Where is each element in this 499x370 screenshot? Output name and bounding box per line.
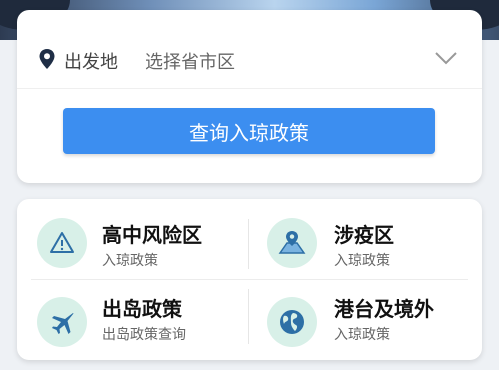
tile-title: 高中风险区 bbox=[102, 223, 202, 247]
airplane-icon bbox=[37, 297, 87, 347]
tile-subtitle: 入琼政策 bbox=[334, 253, 390, 269]
location-pin-icon bbox=[39, 49, 55, 69]
tile-hk-tw-overseas[interactable]: 港台及境外 入琼政策 bbox=[250, 280, 480, 358]
chevron-down-icon[interactable] bbox=[434, 50, 458, 66]
tile-affected-area[interactable]: 涉疫区 入琼政策 bbox=[250, 199, 480, 277]
grid-divider bbox=[248, 219, 249, 269]
tile-high-risk-area[interactable]: 高中风险区 入琼政策 bbox=[17, 199, 247, 277]
search-card: 出发地 选择省市区 查询入琼政策 bbox=[17, 10, 482, 183]
origin-selector[interactable]: 出发地 选择省市区 bbox=[17, 10, 482, 89]
origin-label: 出发地 bbox=[64, 52, 118, 73]
tile-title: 涉疫区 bbox=[334, 223, 394, 247]
map-pin-icon bbox=[267, 218, 317, 268]
tile-departure-policy[interactable]: 出岛政策 出岛政策查询 bbox=[17, 280, 247, 358]
policy-grid: 高中风险区 入琼政策 涉疫区 入琼政策 出岛政策 出岛政策查询 港台及境外 入琼… bbox=[17, 199, 482, 360]
globe-icon bbox=[267, 297, 317, 347]
tile-subtitle: 出岛政策查询 bbox=[102, 327, 186, 343]
grid-divider bbox=[248, 289, 249, 344]
query-policy-button[interactable]: 查询入琼政策 bbox=[63, 108, 435, 154]
tile-subtitle: 入琼政策 bbox=[102, 253, 158, 269]
origin-placeholder[interactable]: 选择省市区 bbox=[145, 48, 235, 74]
warning-icon bbox=[37, 218, 87, 268]
tile-title: 出岛政策 bbox=[102, 297, 182, 321]
tile-title: 港台及境外 bbox=[334, 297, 434, 321]
tile-subtitle: 入琼政策 bbox=[334, 327, 390, 343]
